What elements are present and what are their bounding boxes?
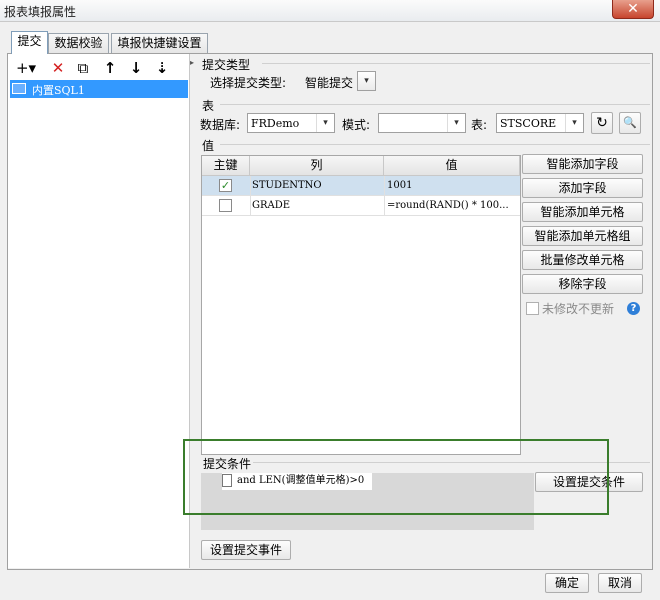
column-header-column[interactable]: 列 bbox=[250, 156, 384, 176]
smart-add-cell-button[interactable]: 智能添加单元格 bbox=[522, 202, 643, 222]
copy-icon[interactable]: ⧉ bbox=[73, 58, 93, 78]
database-select[interactable]: FRDemo ▾ bbox=[247, 113, 335, 133]
ok-button[interactable]: 确定 bbox=[545, 573, 589, 593]
help-icon[interactable]: ? bbox=[627, 302, 640, 315]
chevron-down-icon: ▾ bbox=[447, 114, 465, 132]
divider bbox=[262, 63, 650, 64]
mode-select[interactable]: ▾ bbox=[378, 113, 466, 133]
preview-button[interactable]: 🔍 bbox=[619, 112, 641, 134]
column-header-key[interactable]: 主键 bbox=[202, 156, 250, 176]
table-label: 表: bbox=[471, 118, 488, 132]
preview-icon: 🔍 bbox=[623, 116, 637, 129]
highlight-box bbox=[183, 439, 609, 515]
batch-modify-cell-button[interactable]: 批量修改单元格 bbox=[522, 250, 643, 270]
values-section-label: 值 bbox=[202, 139, 215, 153]
title-bar bbox=[0, 0, 660, 22]
table-section-label: 表 bbox=[202, 99, 215, 113]
chevron-down-icon: ▾ bbox=[357, 71, 376, 91]
primary-key-checkbox[interactable] bbox=[219, 199, 232, 212]
column-cell: STUDENTNO bbox=[252, 180, 322, 191]
window-title: 报表填报属性 bbox=[4, 5, 77, 19]
close-button[interactable]: ✕ bbox=[612, 0, 654, 19]
value-cell: 1001 bbox=[387, 180, 413, 191]
column-header-value[interactable]: 值 bbox=[384, 156, 520, 176]
tree-item-label: 内置SQL1 bbox=[32, 84, 85, 97]
add-field-button[interactable]: 添加字段 bbox=[522, 178, 643, 198]
database-value: FRDemo bbox=[251, 117, 300, 130]
no-update-checkbox[interactable] bbox=[526, 302, 539, 315]
value-cell: =round(RAND() * 100... bbox=[387, 200, 509, 211]
primary-key-checkbox[interactable]: ✓ bbox=[219, 179, 232, 192]
smart-add-cell-group-button[interactable]: 智能添加单元格组 bbox=[522, 226, 643, 246]
table-select[interactable]: STSCORE ▾ bbox=[496, 113, 584, 133]
submit-type-value: 智能提交 bbox=[305, 76, 354, 90]
submit-type-select[interactable]: 智能提交 ▾ bbox=[298, 71, 376, 91]
divider bbox=[220, 144, 650, 145]
delete-icon[interactable]: ✕ bbox=[48, 58, 68, 78]
move-down-icon[interactable]: ↓ bbox=[126, 58, 146, 78]
column-cell: GRADE bbox=[252, 200, 291, 211]
submit-type-section-label: 提交类型 bbox=[202, 58, 251, 72]
tree-item-sql1[interactable]: 内置SQL1 bbox=[10, 80, 188, 98]
chevron-down-icon: ▾ bbox=[316, 114, 334, 132]
set-submit-event-button[interactable]: 设置提交事件 bbox=[201, 540, 291, 560]
tab-shortcut-settings[interactable]: 填报快捷键设置 bbox=[111, 33, 208, 53]
add-icon[interactable]: +▾ bbox=[13, 58, 39, 78]
divider bbox=[220, 104, 650, 105]
tab-data-validation[interactable]: 数据校验 bbox=[48, 33, 109, 53]
sort-icon[interactable]: ⇣ bbox=[152, 58, 172, 78]
refresh-button[interactable]: ↻ bbox=[591, 112, 613, 134]
sql-list-panel bbox=[8, 54, 190, 568]
database-icon bbox=[12, 83, 26, 94]
chevron-down-icon: ▾ bbox=[565, 114, 583, 132]
table-value: STSCORE bbox=[500, 117, 557, 130]
move-up-icon[interactable]: ↑ bbox=[100, 58, 120, 78]
tab-submit[interactable]: 提交 bbox=[11, 31, 48, 54]
remove-field-button[interactable]: 移除字段 bbox=[522, 274, 643, 294]
close-icon: ✕ bbox=[627, 1, 639, 17]
submit-type-label: 选择提交类型: bbox=[210, 76, 287, 90]
refresh-icon: ↻ bbox=[596, 115, 608, 131]
database-label: 数据库: bbox=[200, 118, 241, 132]
cancel-button[interactable]: 取消 bbox=[598, 573, 642, 593]
mode-label: 模式: bbox=[342, 118, 371, 132]
no-update-label: 未修改不更新 bbox=[542, 302, 615, 316]
smart-add-field-button[interactable]: 智能添加字段 bbox=[522, 154, 643, 174]
